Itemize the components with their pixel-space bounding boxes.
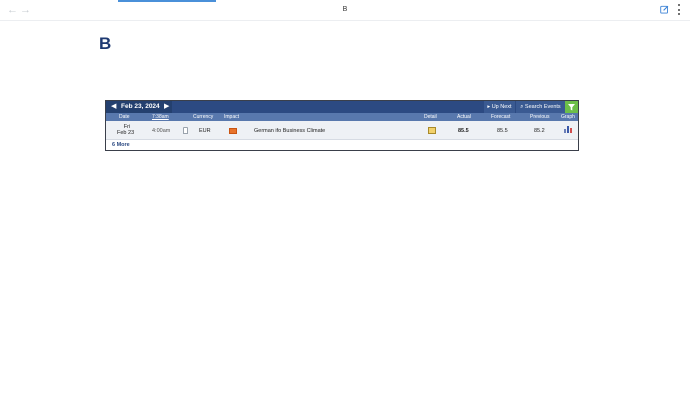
detail-folder-icon[interactable] — [428, 127, 436, 134]
calendar-date[interactable]: Feb 23, 2024 — [121, 103, 160, 110]
row-day-date: Feb 23 — [117, 130, 135, 136]
search-events-button[interactable]: ⌕ Search Events — [516, 101, 565, 113]
next-day-icon[interactable]: ▶ — [164, 102, 169, 110]
column-headers: Date 7:38am Currency Impact Detail Actua… — [106, 113, 578, 121]
calendar-header: ◀ Feb 23, 2024 ▶ ▸ Up Next ⌕ Search Even… — [106, 101, 578, 113]
alert-bell-icon[interactable] — [183, 127, 188, 134]
economic-calendar-widget: ◀ Feb 23, 2024 ▶ ▸ Up Next ⌕ Search Even… — [105, 100, 579, 151]
prev-day-icon[interactable]: ◀ — [111, 102, 116, 110]
filter-button[interactable] — [565, 101, 578, 113]
col-graph: Graph — [561, 114, 575, 120]
up-next-button[interactable]: ▸ Up Next — [484, 101, 515, 113]
tab-title: B — [342, 6, 348, 13]
more-events-link[interactable]: 6 More — [112, 142, 130, 148]
impact-folder-icon[interactable] — [229, 128, 237, 134]
search-events-label: Search Events — [524, 104, 561, 110]
loading-progress-bar — [118, 0, 216, 2]
row-currency: EUR — [199, 128, 211, 134]
col-forecast: Forecast — [491, 114, 511, 120]
up-next-label: Up Next — [491, 104, 512, 110]
col-impact: Impact — [224, 114, 240, 120]
table-row[interactable]: Fri Feb 23 4:00am EUR German ifo Busines… — [106, 121, 578, 140]
row-date: Fri Feb 23 — [117, 124, 135, 136]
col-previous: Previous — [530, 114, 550, 120]
row-forecast: 85.5 — [497, 128, 508, 134]
row-time: 4:00am — [152, 128, 171, 134]
col-currency: Currency — [193, 114, 214, 120]
col-time[interactable]: 7:38am — [152, 114, 169, 120]
more-vertical-icon[interactable] — [675, 4, 683, 15]
bar-graph-icon[interactable] — [564, 126, 572, 133]
browser-toolbar: ← → B — [0, 0, 690, 21]
row-previous: 85.2 — [534, 128, 545, 134]
col-actual: Actual — [457, 114, 471, 120]
page-heading: B — [99, 34, 112, 53]
edit-icon[interactable] — [660, 5, 669, 14]
row-actual: 85.5 — [458, 128, 469, 134]
filter-icon — [568, 104, 575, 111]
row-event-title[interactable]: German ifo Business Climate — [254, 128, 325, 134]
col-detail: Detail — [424, 114, 437, 120]
col-date: Date — [119, 114, 130, 120]
